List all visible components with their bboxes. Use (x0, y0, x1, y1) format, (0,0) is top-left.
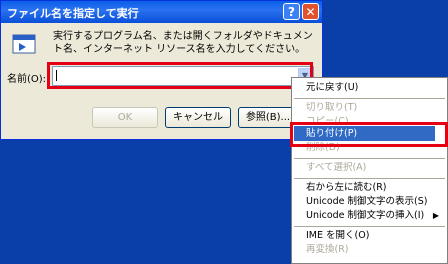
browse-button[interactable]: 参照(B)... (238, 107, 298, 128)
cancel-button[interactable]: キャンセル (165, 107, 231, 128)
menu-item-select-all[interactable]: すべて選択(A) (306, 161, 366, 175)
menu-item-show-unicode-control[interactable]: Unicode 制御文字の表示(S) (306, 195, 428, 209)
context-menu: 元に戻す(U) 切り取り(T) コピー(C) 貼り付け(P) 削除(D) すべて… (291, 77, 448, 264)
menu-item-undo[interactable]: 元に戻す(U) (306, 81, 358, 95)
menu-separator (294, 98, 445, 99)
name-label: 名前(O): (7, 74, 47, 85)
ok-button[interactable]: OK (92, 107, 158, 128)
menu-separator (294, 158, 445, 159)
menu-item-reconvert[interactable]: 再変換(R) (306, 243, 349, 257)
title-bar[interactable]: ファイル名を指定して実行 ? ✕ (1, 1, 322, 23)
menu-separator (294, 178, 445, 179)
dialog-title: ファイル名を指定して実行 (7, 7, 139, 20)
menu-item-cut[interactable]: 切り取り(T) (306, 101, 357, 115)
dialog-description: 実行するプログラム名、または開くフォルダやドキュメント名、インターネット リソー… (53, 31, 313, 55)
run-program-icon (12, 34, 36, 54)
close-button[interactable]: ✕ (302, 3, 319, 20)
menu-separator (294, 226, 445, 227)
help-button[interactable]: ? (283, 3, 300, 20)
highlight-name-field (47, 62, 313, 89)
menu-item-open-ime[interactable]: IME を開く(O) (306, 229, 369, 243)
menu-item-rtl-reading[interactable]: 右から左に読む(R) (306, 181, 387, 195)
menu-item-insert-unicode-control[interactable]: Unicode 制御文字の挿入(I) (306, 209, 424, 223)
highlight-paste-item (290, 122, 448, 147)
submenu-arrow-icon: ▶ (432, 211, 439, 220)
